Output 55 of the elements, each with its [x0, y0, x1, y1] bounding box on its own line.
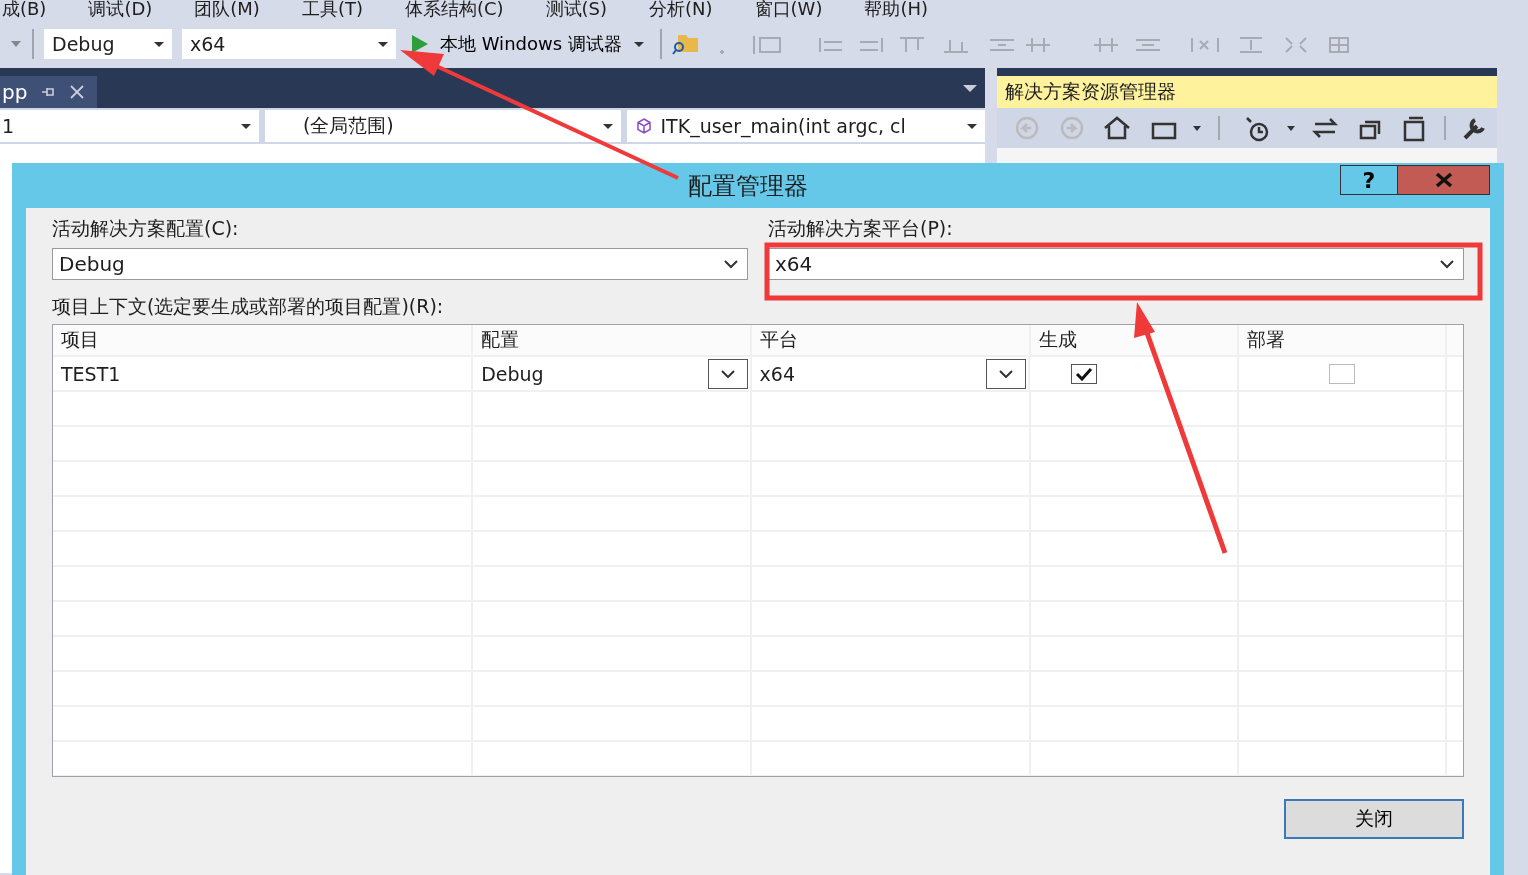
navigation-dropdown[interactable]: (全局范围)	[264, 110, 621, 142]
play-icon	[412, 35, 428, 53]
table-cell: x64	[759, 362, 795, 385]
checkbox[interactable]	[1329, 363, 1355, 384]
field-label: 活动解决方案配置(C):	[52, 216, 240, 241]
menu-item[interactable]: 帮助(H)	[843, 0, 949, 21]
close-button[interactable]	[1398, 165, 1490, 195]
dialog-title: 配置管理器	[688, 170, 808, 202]
column-header: 配置	[473, 325, 752, 355]
menu-item[interactable]: 测试(S)	[524, 0, 629, 21]
platform-dropdown[interactable]: x64	[182, 29, 396, 59]
section-label: 项目上下文(选定要生成或部署的项目配置)(R):	[52, 294, 445, 319]
field-label: 活动解决方案平台(P):	[768, 216, 954, 241]
menu-item[interactable]: 窗口(W)	[733, 0, 844, 21]
chevron-icon	[1439, 259, 1455, 269]
column-header: 部署	[1238, 325, 1447, 355]
chevron-icon	[999, 369, 1013, 378]
caret-icon	[602, 123, 613, 129]
help-button[interactable]: ?	[1340, 165, 1398, 195]
configuration-dropdown[interactable]: Debug	[44, 29, 172, 59]
cube-icon	[634, 117, 653, 135]
dropdown-button[interactable]	[986, 358, 1026, 389]
caret-icon	[378, 41, 388, 47]
run-debugger-button[interactable]: 本地 Windows 调试器	[406, 32, 650, 56]
caret-icon	[240, 123, 251, 129]
table-cell: Debug	[481, 362, 544, 385]
menu-item[interactable]: 体系结构(C)	[383, 0, 525, 21]
navigation-dropdown[interactable]: ITK_user_main(int argc, cl	[626, 110, 985, 142]
configuration-dropdown[interactable]: Debug	[52, 248, 748, 280]
menu-item[interactable]: 成(B)	[0, 0, 68, 21]
column-header: 平台	[751, 325, 1031, 355]
close-button[interactable]: 关闭	[1284, 799, 1464, 839]
document-tab[interactable]: pp	[0, 76, 98, 108]
folder-search-icon[interactable]	[671, 32, 700, 56]
panel-title: 解决方案资源管理器	[997, 76, 1497, 108]
caret-icon[interactable]	[963, 85, 977, 92]
explorer-toolbar-icons[interactable]	[997, 108, 1497, 148]
column-header: 项目	[53, 325, 474, 355]
menu-item[interactable]: 工具(T)	[280, 0, 384, 21]
table-cell: TEST1	[53, 357, 474, 390]
close-icon	[1433, 172, 1454, 188]
caret-icon	[967, 123, 977, 129]
caret-icon	[633, 41, 644, 47]
caret-icon	[154, 41, 164, 47]
close-icon[interactable]	[69, 84, 86, 100]
chevron-icon	[720, 369, 735, 378]
checkbox[interactable]	[1070, 363, 1097, 384]
menu-item[interactable]: 团队(M)	[173, 0, 281, 21]
dropdown-button[interactable]	[707, 358, 748, 389]
menu-item[interactable]: 调试(D)	[67, 0, 174, 21]
chevron-icon	[723, 259, 739, 269]
navigation-dropdown[interactable]: 1	[0, 110, 259, 142]
pin-icon[interactable]	[41, 86, 56, 98]
menu-item[interactable]: 分析(N)	[628, 0, 734, 21]
platform-dropdown[interactable]: x64	[768, 248, 1464, 280]
